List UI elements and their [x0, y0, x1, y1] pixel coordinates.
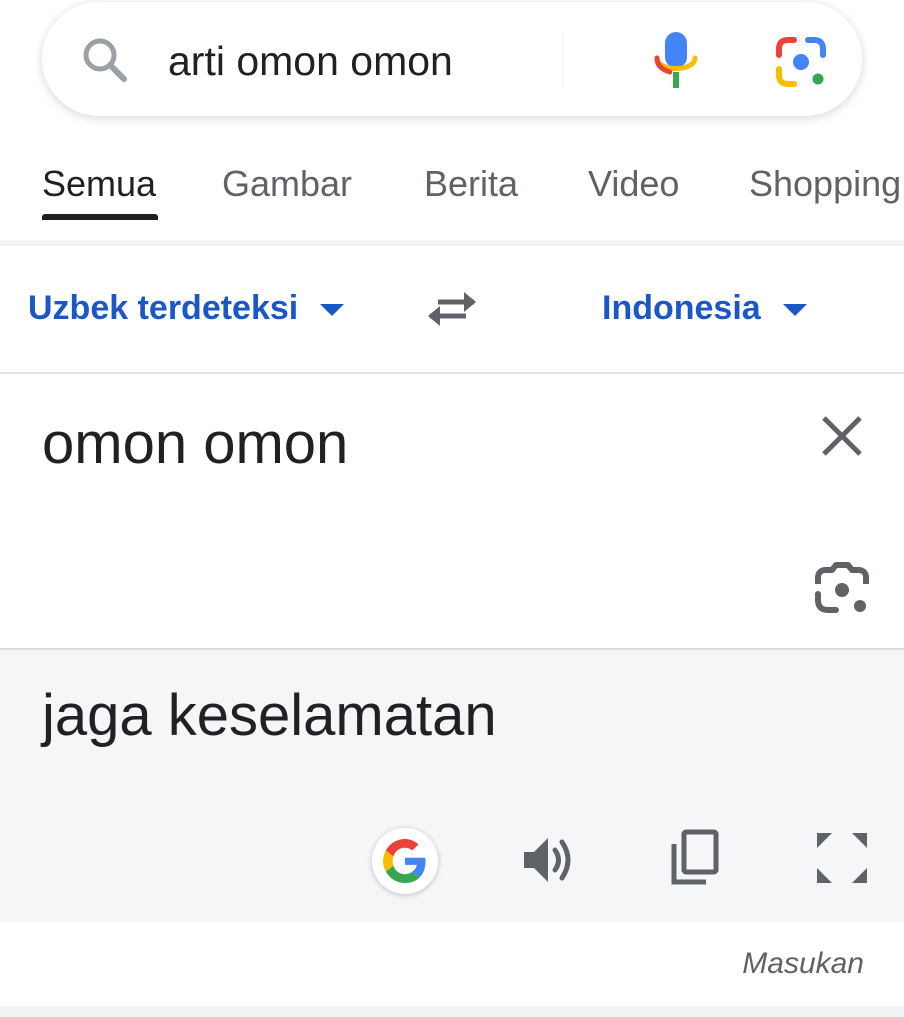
camera-translate-icon[interactable]	[814, 562, 870, 614]
search-tabs: Semua Gambar Berita Video Shopping	[0, 150, 904, 224]
search-divider	[562, 32, 563, 88]
chevron-down-icon	[782, 304, 807, 316]
mic-icon[interactable]	[648, 30, 704, 90]
translation-result-area: jaga keselamatan	[0, 648, 904, 924]
source-text[interactable]: omon omon	[42, 410, 348, 478]
bottom-divider	[0, 1006, 904, 1017]
translator-footer: Masukan	[0, 922, 904, 1006]
google-translate-button[interactable]	[372, 828, 438, 894]
tab-berita[interactable]: Berita	[424, 162, 518, 206]
target-language-label: Indonesia	[602, 288, 761, 327]
chevron-down-icon	[320, 304, 345, 316]
tab-semua[interactable]: Semua	[42, 162, 156, 206]
close-icon[interactable]	[820, 414, 864, 458]
source-language-dropdown[interactable]: Uzbek terdeteksi	[28, 286, 345, 330]
tab-gambar[interactable]: Gambar	[222, 162, 352, 206]
google-lens-icon[interactable]	[774, 35, 828, 89]
active-tab-indicator	[42, 214, 158, 220]
language-selector-row: Uzbek terdeteksi Indonesia	[0, 246, 904, 374]
translated-text: jaga keselamatan	[42, 683, 497, 748]
search-bar[interactable]: arti omon omon	[42, 2, 862, 116]
google-g-icon	[383, 839, 426, 883]
target-language-dropdown[interactable]: Indonesia	[602, 286, 807, 330]
search-icon[interactable]	[80, 35, 130, 85]
feedback-link[interactable]: Masukan	[742, 946, 864, 982]
source-language-label: Uzbek terdeteksi	[28, 288, 299, 327]
tab-video[interactable]: Video	[588, 162, 679, 206]
source-text-area[interactable]: omon omon	[0, 374, 904, 648]
swap-languages-icon[interactable]	[424, 286, 480, 330]
speaker-icon[interactable]	[520, 834, 576, 886]
copy-icon[interactable]	[666, 828, 720, 888]
tab-shopping[interactable]: Shopping	[749, 162, 901, 206]
expand-icon[interactable]	[814, 830, 870, 886]
search-input[interactable]: arti omon omon	[168, 36, 453, 86]
